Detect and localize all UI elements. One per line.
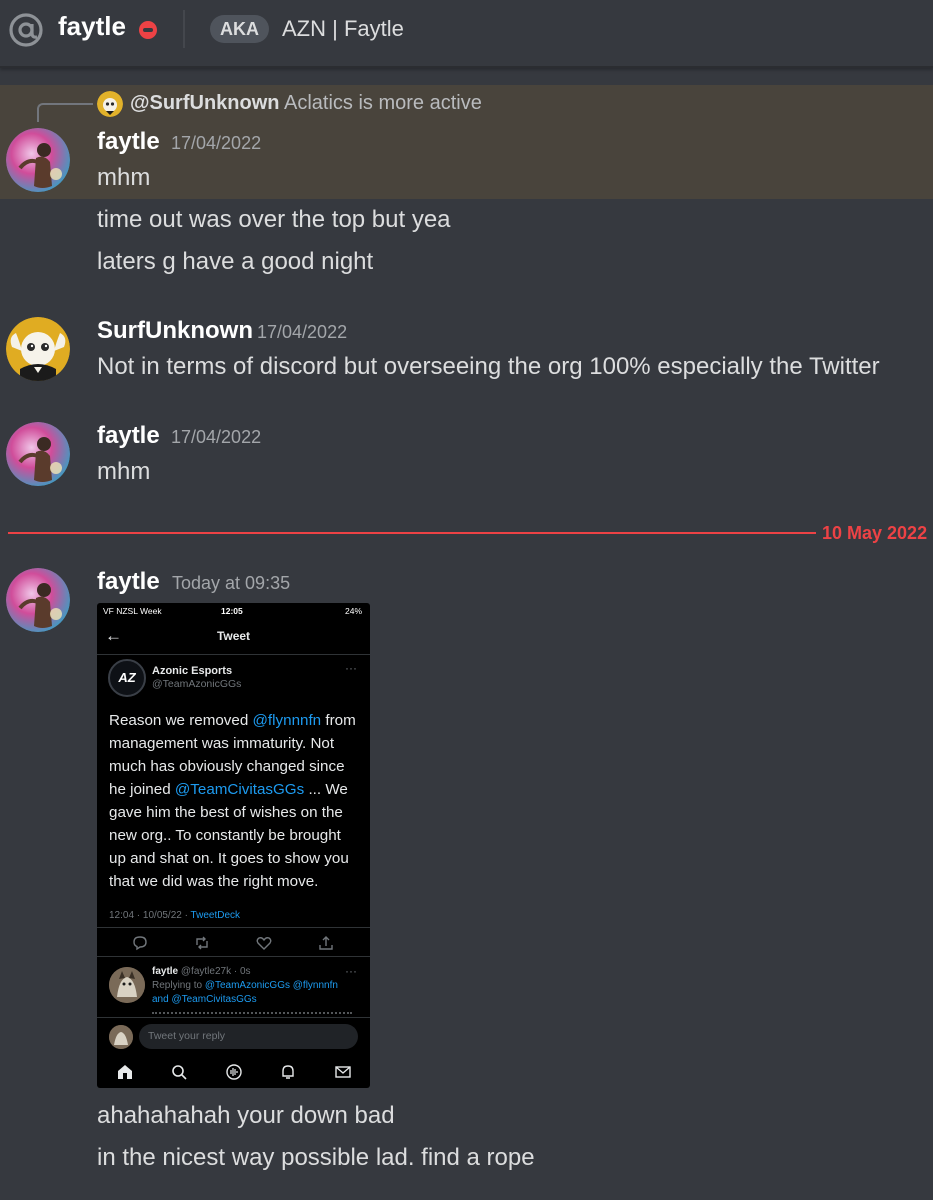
reply-tweet: faytle @faytle27k · 0s ··· Replying to @… — [97, 958, 370, 1018]
more-options-icon: ··· — [345, 661, 357, 675]
reply-composer: Tweet your reply — [97, 1020, 370, 1054]
message-author[interactable]: faytle — [97, 422, 160, 450]
image-attachment[interactable]: VF NZSL Week 12:05 24% ← Tweet AZ Azonic… — [97, 603, 370, 1088]
dnd-status-icon — [139, 21, 157, 39]
reply-preview-text[interactable]: Aclatics is more active — [284, 92, 482, 115]
azonic-avatar: AZ — [108, 659, 146, 697]
avatar-text: AZ — [118, 670, 136, 685]
composer-avatar — [109, 1025, 133, 1049]
message-timestamp: 17/04/2022 — [171, 427, 262, 447]
replying-to-line: and @TeamCivitasGGs — [152, 994, 257, 1005]
reply-user-avatar — [109, 967, 145, 1003]
status-time: 12:05 — [221, 606, 243, 616]
tweet-actions — [97, 927, 370, 957]
tweet-line: that we did was the right move. — [109, 873, 319, 890]
faytle-avatar[interactable] — [6, 128, 70, 192]
message-timestamp: 17/04/2022 — [171, 133, 262, 153]
tweet-meta: 12:04 · 10/05/22 · TweetDeck — [109, 910, 241, 921]
date-divider-label: 10 May 2022 — [822, 523, 928, 543]
aka-badge[interactable]: AKA — [210, 15, 269, 43]
tweet-line: new org.. To constantly be brought — [109, 827, 341, 844]
search-icon — [172, 1065, 187, 1080]
tweet-page-title: Tweet — [216, 629, 251, 643]
tweet-line: much has obviously changed since — [109, 758, 345, 775]
message-text: mhm — [97, 458, 151, 485]
more-options-icon: ··· — [345, 964, 357, 978]
spaces-icon — [226, 1064, 242, 1080]
notifications-icon — [282, 1065, 294, 1079]
nickname: AZN | Faytle — [282, 16, 404, 41]
reply-spine — [37, 103, 93, 122]
like-icon — [256, 937, 272, 950]
cut-off-text — [152, 1012, 352, 1017]
message-text: in the nicest way possible lad. find a r… — [97, 1144, 535, 1171]
tweet-line: up and shat on. It goes to show you — [109, 850, 349, 867]
phone-status-bar: VF NZSL Week 12:05 24% — [97, 603, 370, 619]
reply-user-line: faytle @faytle27k · 0s — [152, 966, 251, 977]
message-timestamp: 17/04/2022 — [257, 322, 348, 342]
tweet-body: Reason we removed @flynnnfn from managem… — [109, 709, 364, 893]
surfunknown-avatar[interactable] — [6, 317, 70, 381]
message-text: mhm — [97, 164, 151, 191]
dm-username[interactable]: faytle — [58, 11, 126, 42]
message-author[interactable]: faytle — [97, 128, 160, 156]
home-icon — [118, 1065, 132, 1079]
tweet-line: management was immaturity. Not — [109, 735, 335, 752]
reply-input: Tweet your reply — [139, 1024, 358, 1049]
tweet-author-handle: @TeamAzonicGGs — [152, 678, 242, 690]
carrier-label: VF NZSL Week — [103, 606, 162, 616]
tweet-author-name: Azonic Esports — [152, 665, 233, 677]
tweet-topbar: ← Tweet — [97, 619, 370, 655]
message-author[interactable]: SurfUnknown — [97, 317, 253, 345]
header-divider — [183, 10, 185, 48]
tweet-line: Reason we removed @flynnnfn from — [109, 712, 356, 729]
share-icon — [319, 936, 333, 950]
dm-header: faytle AKA AZN | Faytle — [0, 0, 933, 68]
retweet-icon — [196, 936, 208, 950]
faytle-avatar[interactable] — [6, 422, 70, 486]
message-timestamp: Today at 09:35 — [172, 573, 291, 593]
messages-icon — [335, 1066, 351, 1078]
new-messages-divider-line — [8, 532, 816, 534]
message-text: laters g have a good night — [97, 248, 374, 275]
battery-label: 24% — [344, 606, 362, 616]
reply-author[interactable]: @SurfUnknown — [130, 92, 280, 115]
reply-avatar[interactable] — [97, 91, 123, 117]
message-text: ahahahahah your down bad — [97, 1102, 395, 1129]
reply-icon — [133, 936, 147, 951]
tweet-line: he joined @TeamCivitasGGs ... We — [109, 781, 348, 798]
faytle-avatar[interactable] — [6, 568, 70, 632]
twitter-bottom-nav — [97, 1055, 370, 1088]
at-mention-icon — [9, 13, 43, 47]
message-author[interactable]: faytle — [97, 568, 160, 596]
message-text: time out was over the top but yea — [97, 206, 451, 233]
replying-to-line: Replying to @TeamAzonicGGs @flynnnfn — [152, 980, 338, 991]
tweet-line: gave him the best of wishes on the — [109, 804, 343, 821]
message-text: Not in terms of discord but overseeing t… — [97, 353, 880, 380]
